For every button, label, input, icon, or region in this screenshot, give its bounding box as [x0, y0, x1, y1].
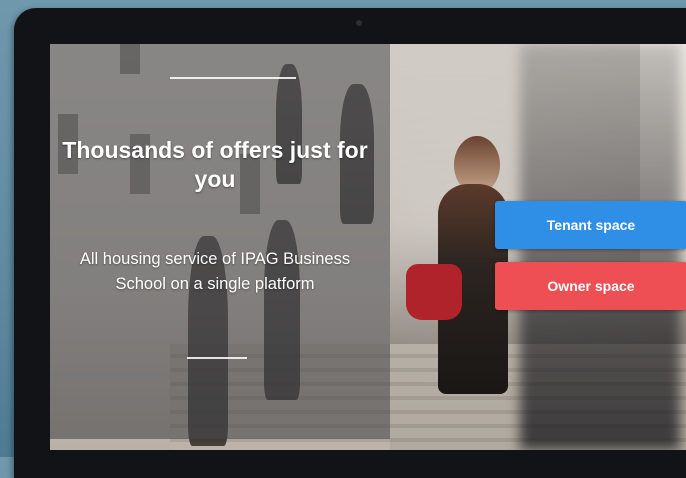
laptop-frame: Thousands of offers just for you All hou… [14, 8, 686, 478]
screen: Thousands of offers just for you All hou… [50, 44, 686, 450]
background-red-bag [406, 264, 462, 320]
decorative-divider-top [170, 77, 296, 79]
webcam-dot [356, 20, 362, 26]
decorative-divider-bottom [187, 357, 247, 359]
hero-overlay-panel: Thousands of offers just for you All hou… [50, 44, 390, 439]
hero-subline: All housing service of IPAG Business Sch… [79, 250, 351, 293]
tenant-space-button[interactable]: Tenant space [495, 201, 686, 249]
owner-space-button[interactable]: Owner space [495, 262, 686, 310]
hero-headline: Thousands of offers just for you [62, 137, 368, 192]
